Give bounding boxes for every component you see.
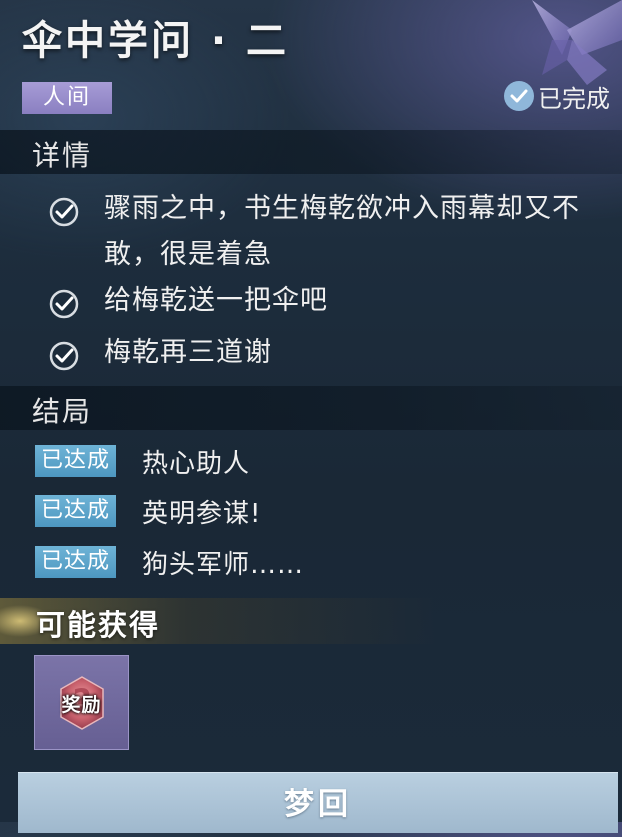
quest-detail-panel: 伞中学问 · 二 人间 已完成 详情 骤雨之中，书生梅乾欲冲入雨幕却又不 敢，很… bbox=[0, 0, 622, 833]
check-icon bbox=[49, 197, 79, 227]
achieved-badge: 已达成 bbox=[35, 495, 117, 527]
detail-item: 骤雨之中，书生梅乾欲冲入雨幕却又不 敢，很是着急 bbox=[48, 192, 618, 278]
detail-item: 给梅乾送一把伞吧 bbox=[48, 284, 618, 324]
completion-status-label: 已完成 bbox=[538, 84, 610, 113]
completion-status: 已完成 bbox=[504, 78, 610, 114]
completed-check-icon bbox=[504, 81, 534, 111]
rewards-section-header: 可能获得 bbox=[0, 598, 622, 644]
endings-header-label: 结局 bbox=[32, 395, 93, 428]
ending-name: 热心助人 bbox=[142, 448, 251, 479]
ending-row[interactable]: 已达成 热心助人 bbox=[35, 444, 251, 479]
dream-return-button[interactable]: 梦回 bbox=[18, 772, 618, 833]
detail-text-line: 骤雨之中，书生梅乾欲冲入雨幕却又不 bbox=[104, 193, 580, 224]
ending-name: 英明参谋! bbox=[142, 498, 262, 529]
ending-row[interactable]: 已达成 狗头军师…… bbox=[35, 545, 305, 580]
detail-text: 骤雨之中，书生梅乾欲冲入雨幕却又不 敢，很是着急 bbox=[104, 186, 580, 278]
check-icon bbox=[49, 341, 79, 371]
details-section-header: 详情 bbox=[0, 130, 622, 174]
check-icon bbox=[49, 289, 79, 319]
achieved-badge: 已达成 bbox=[35, 445, 117, 477]
category-badge: 人间 bbox=[22, 82, 112, 114]
ending-name: 狗头军师…… bbox=[142, 549, 305, 580]
detail-text: 给梅乾送一把伞吧 bbox=[104, 285, 328, 316]
rewards-header-label: 可能获得 bbox=[36, 608, 161, 642]
achieved-badge: 已达成 bbox=[35, 546, 117, 578]
endings-section-header: 结局 bbox=[0, 386, 622, 430]
butterfly-decoration-icon bbox=[532, 0, 622, 85]
ending-row[interactable]: 已达成 英明参谋! bbox=[35, 494, 262, 529]
detail-item: 梅乾再三道谢 bbox=[48, 336, 618, 376]
details-header-label: 详情 bbox=[32, 139, 93, 172]
detail-text-line: 敢，很是着急 bbox=[104, 239, 272, 270]
quest-title: 伞中学问 · 二 bbox=[22, 18, 290, 64]
reward-label: 奖励 bbox=[61, 694, 102, 716]
detail-text: 梅乾再三道谢 bbox=[104, 337, 272, 368]
reward-item[interactable]: ? 奖励 bbox=[34, 655, 129, 750]
